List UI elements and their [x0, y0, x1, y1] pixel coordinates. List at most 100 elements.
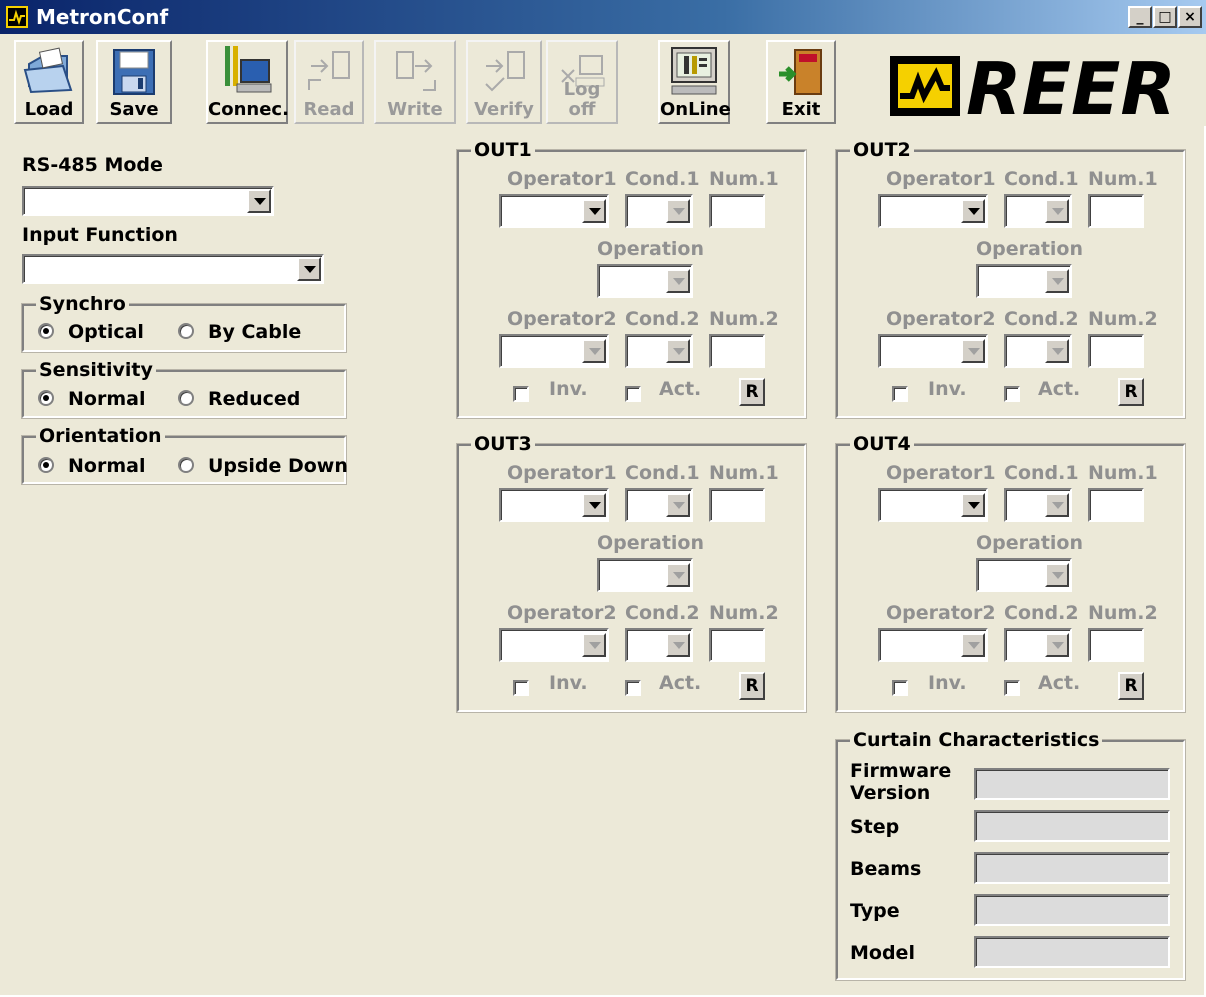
out2-cond2-select-arrow[interactable]	[1045, 339, 1069, 363]
out3-operation-select[interactable]	[597, 558, 693, 592]
out1-inv-checkbox[interactable]	[513, 386, 529, 402]
out4-inv-checkbox[interactable]	[892, 680, 908, 696]
out3-reset-button[interactable]: R	[739, 672, 765, 700]
out4-cond2-select[interactable]	[1004, 628, 1072, 662]
read-label: Read	[303, 99, 355, 120]
orientation-normal-radio[interactable]	[38, 457, 54, 473]
synchro-by-cable-radio[interactable]	[178, 323, 194, 339]
out2-cond2-select[interactable]	[1004, 334, 1072, 368]
out3-operation-select-arrow[interactable]	[666, 563, 690, 587]
out4-operator1-select[interactable]	[878, 488, 988, 522]
read-button[interactable]: Read	[294, 40, 364, 124]
out3-title: OUT3	[471, 432, 535, 456]
out2-num1-input[interactable]	[1088, 194, 1144, 228]
out1-cond2-select-arrow[interactable]	[666, 339, 690, 363]
synchro-optical-radio[interactable]	[38, 323, 54, 339]
close-button[interactable]: ×	[1178, 6, 1202, 28]
orientation-title: Orientation	[36, 424, 165, 448]
out4-num2-input[interactable]	[1088, 628, 1144, 662]
out3-act-checkbox[interactable]	[625, 680, 641, 696]
out4-operation-select[interactable]	[976, 558, 1072, 592]
out3-cond1-select[interactable]	[625, 488, 693, 522]
out2-reset-button[interactable]: R	[1118, 378, 1144, 406]
connect-button[interactable]: Connec.	[206, 40, 289, 124]
input-function-dropdown-arrow[interactable]	[297, 257, 321, 281]
out2-operator2-label: Operator2	[886, 308, 996, 330]
maximize-button[interactable]: □	[1153, 6, 1177, 28]
out1-operator1-select-arrow[interactable]	[582, 199, 606, 223]
out3-operator2-select[interactable]	[499, 628, 609, 662]
out3-operator1-select[interactable]	[499, 488, 609, 522]
out1-operator2-select-arrow[interactable]	[582, 339, 606, 363]
out2-operation-select[interactable]	[976, 264, 1072, 298]
out2-num2-input[interactable]	[1088, 334, 1144, 368]
out3-cond2-select-arrow[interactable]	[666, 633, 690, 657]
load-button[interactable]: Load	[14, 40, 84, 124]
out4-operator1-select-arrow[interactable]	[961, 493, 985, 517]
out4-operator2-select-arrow[interactable]	[961, 633, 985, 657]
online-button[interactable]: OnLine	[658, 40, 731, 124]
rs485-mode-dropdown-arrow[interactable]	[247, 189, 271, 213]
exit-label: Exit	[781, 99, 821, 120]
sensitivity-reduced-radio[interactable]	[178, 390, 194, 406]
out3-operator2-select-arrow[interactable]	[582, 633, 606, 657]
minimize-button[interactable]: _	[1128, 6, 1152, 28]
out1-operator2-select[interactable]	[499, 334, 609, 368]
out3-num2-input[interactable]	[709, 628, 765, 662]
out1-act-checkbox[interactable]	[625, 386, 641, 402]
exit-button[interactable]: Exit	[766, 40, 836, 124]
out2-num1-label: Num.1	[1088, 168, 1158, 190]
out4-cond1-select-arrow[interactable]	[1045, 493, 1069, 517]
verify-button[interactable]: Verify	[466, 40, 542, 124]
out4-cond1-select[interactable]	[1004, 488, 1072, 522]
out4-operation-label: Operation	[976, 532, 1084, 554]
out4-operator2-select[interactable]	[878, 628, 988, 662]
out2-inv-checkbox[interactable]	[892, 386, 908, 402]
out3-inv-checkbox[interactable]	[513, 680, 529, 696]
floppy-disk-icon	[113, 49, 155, 95]
out1-operator1-select[interactable]	[499, 194, 609, 228]
out4-reset-button[interactable]: R	[1118, 672, 1144, 700]
out1-num2-input[interactable]	[709, 334, 765, 368]
out3-cond1-select-arrow[interactable]	[666, 493, 690, 517]
out4-cond2-select-arrow[interactable]	[1045, 633, 1069, 657]
out2-operator2-select[interactable]	[878, 334, 988, 368]
out2-act-checkbox[interactable]	[1004, 386, 1020, 402]
out2-operator1-select-arrow[interactable]	[961, 199, 985, 223]
out3-num1-input[interactable]	[709, 488, 765, 522]
out1-cond2-select[interactable]	[625, 334, 693, 368]
out1-act-label: Act.	[659, 378, 702, 400]
out1-cond1-select-arrow[interactable]	[666, 199, 690, 223]
input-function-select[interactable]	[22, 254, 324, 284]
out1-num1-input[interactable]	[709, 194, 765, 228]
out4-act-checkbox[interactable]	[1004, 680, 1020, 696]
orientation-upside-down-radio[interactable]	[178, 457, 194, 473]
out2-cond1-select[interactable]	[1004, 194, 1072, 228]
out2-cond1-select-arrow[interactable]	[1045, 199, 1069, 223]
sensitivity-normal-radio[interactable]	[38, 390, 54, 406]
out1-operation-select[interactable]	[597, 264, 693, 298]
out3-operator1-select-arrow[interactable]	[582, 493, 606, 517]
out1-cond1-label: Cond.1	[625, 168, 700, 190]
out1-cond1-select[interactable]	[625, 194, 693, 228]
write-button[interactable]: Write	[374, 40, 456, 124]
out2-operator2-select-arrow[interactable]	[961, 339, 985, 363]
out2-operation-select-arrow[interactable]	[1045, 269, 1069, 293]
out1-operation-select-arrow[interactable]	[666, 269, 690, 293]
out1-inv-label: Inv.	[549, 378, 588, 400]
main-window: MetronConf _ □ × Load Save Connec. Read …	[0, 0, 1206, 997]
out4-operation-select-arrow[interactable]	[1045, 563, 1069, 587]
out3-cond1-label: Cond.1	[625, 462, 700, 484]
out1-reset-button[interactable]: R	[739, 378, 765, 406]
exit-door-icon	[779, 49, 822, 95]
title-bar[interactable]: MetronConf _ □ ×	[0, 0, 1206, 34]
save-button[interactable]: Save	[96, 40, 172, 124]
model-label: Model	[850, 942, 915, 964]
out4-num1-input[interactable]	[1088, 488, 1144, 522]
log-off-button[interactable]: Log off	[546, 40, 618, 124]
out3-cond2-select[interactable]	[625, 628, 693, 662]
step-field	[974, 810, 1170, 842]
out2-operator1-select[interactable]	[878, 194, 988, 228]
out2-num2-label: Num.2	[1088, 308, 1158, 330]
rs485-mode-select[interactable]	[22, 186, 274, 216]
